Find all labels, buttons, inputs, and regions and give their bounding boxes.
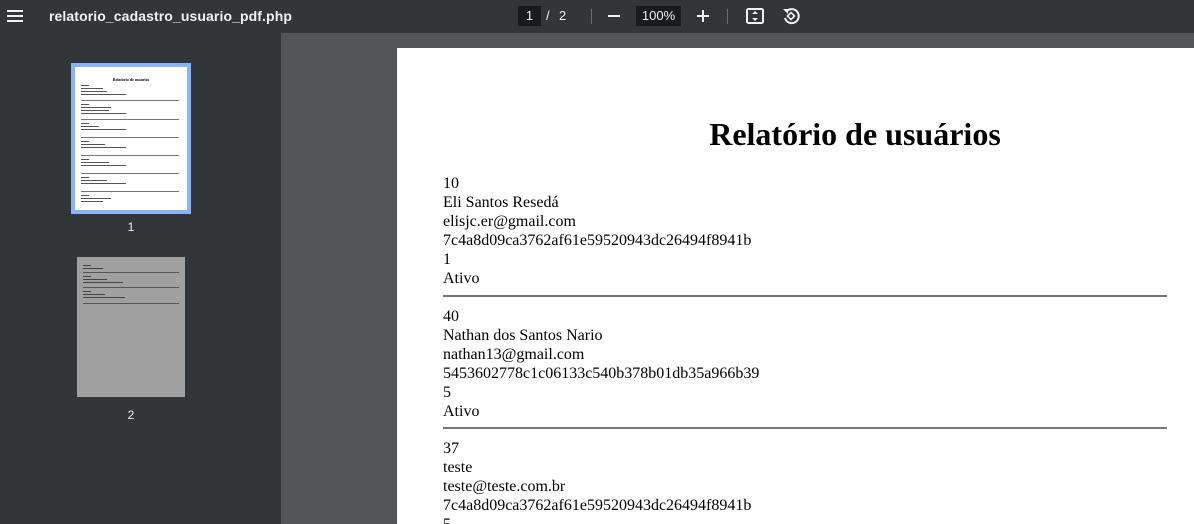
zoom-out-icon[interactable] (605, 6, 623, 26)
record-name: Eli Santos Resedá (443, 194, 559, 211)
user-record: 40 Nathan dos Santos Nario nathan13@gmai… (443, 307, 1167, 429)
record-hash: 7c4a8d09ca3762af61e59520943dc26494f8941b (443, 232, 752, 249)
thumbnail-label-2: 2 (127, 408, 135, 422)
current-page-input[interactable]: 1 (518, 6, 541, 26)
toolbar-divider (591, 9, 592, 24)
record-status: Ativo (443, 403, 480, 420)
record-email: elisjc.er@gmail.com (443, 213, 576, 230)
total-pages: 2 (559, 8, 567, 23)
pdf-page: Relatório de usuários 10 Eli Santos Rese… (397, 48, 1194, 524)
pdf-toolbar: relatorio_cadastro_usuario_pdf.php 1 / 2… (0, 0, 1194, 33)
record-level: 5 (443, 515, 1167, 524)
zoom-level-input[interactable]: 100% (636, 6, 681, 26)
menu-icon[interactable] (0, 0, 30, 33)
record-name: Nathan dos Santos Nario (443, 327, 603, 344)
user-record: 37 teste teste@teste.com.br 7c4a8d09ca37… (443, 439, 1167, 524)
rotate-icon[interactable] (781, 6, 801, 26)
document-title: relatorio_cadastro_usuario_pdf.php (49, 8, 293, 24)
record-status: Ativo (443, 270, 480, 287)
record-divider (443, 295, 1167, 297)
thumbnail-label-1: 1 (127, 220, 135, 234)
record-divider (443, 427, 1167, 429)
record-email: nathan13@gmail.com (443, 346, 585, 363)
record-hash: 5453602778c1c06133c540b378b01db35a966b39 (443, 365, 760, 382)
record-level: 5 (443, 384, 451, 401)
record-name: teste (443, 459, 473, 476)
toolbar-divider (727, 9, 728, 24)
user-record: 10 Eli Santos Resedá elisjc.er@gmail.com… (443, 174, 1167, 297)
thumbnail-sidebar: Relatório de usuários 1 2 (0, 33, 281, 524)
page-separator: / (546, 8, 550, 23)
record-level: 1 (443, 251, 451, 268)
zoom-in-icon[interactable] (694, 6, 712, 26)
fit-page-icon[interactable] (745, 6, 765, 26)
record-hash: 7c4a8d09ca3762af61e59520943dc26494f8941b (443, 497, 752, 514)
record-email: teste@teste.com.br (443, 478, 566, 495)
record-id: 10 (443, 175, 459, 192)
page-thumbnail-1[interactable]: Relatório de usuários (71, 63, 191, 214)
thumbnail-title: Relatório de usuários (112, 77, 150, 82)
page-thumbnail-2[interactable] (77, 257, 185, 397)
record-id: 40 (443, 308, 459, 325)
record-id: 37 (443, 440, 459, 457)
page-heading: Relatório de usuários (709, 116, 1001, 152)
